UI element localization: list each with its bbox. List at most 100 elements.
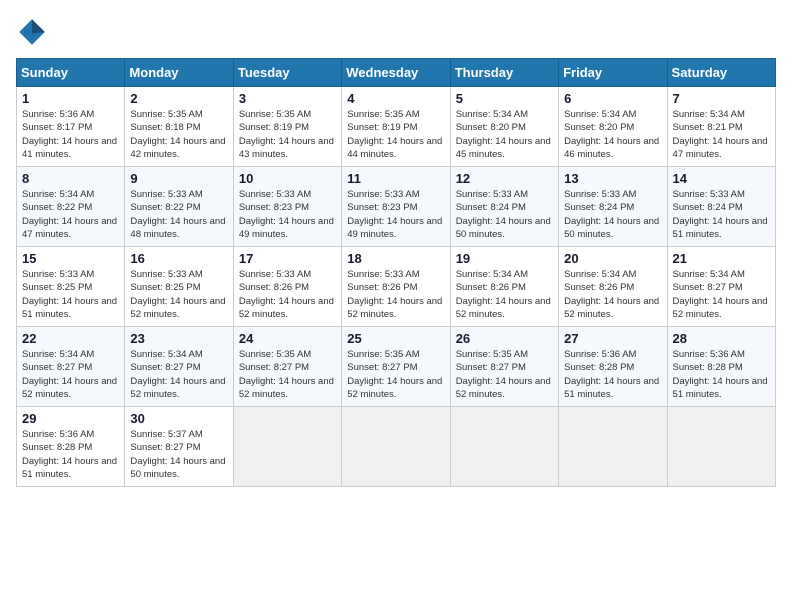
day-number: 11 xyxy=(347,171,444,186)
cell-text: Sunrise: 5:37 AMSunset: 8:27 PMDaylight:… xyxy=(130,429,225,480)
weekday-header: Tuesday xyxy=(233,59,341,87)
calendar-cell: 24Sunrise: 5:35 AMSunset: 8:27 PMDayligh… xyxy=(233,327,341,407)
calendar-cell: 26 Sunrise: 5:35 AMSunset: 8:27 PMDayligh… xyxy=(450,327,558,407)
cell-text: Sunrise: 5:34 AMSunset: 8:22 PMDaylight:… xyxy=(22,189,117,240)
calendar-cell: 7 Sunrise: 5:34 AMSunset: 8:21 PMDaylight… xyxy=(667,87,775,167)
calendar-cell: 27 Sunrise: 5:36 AMSunset: 8:28 PMDayligh… xyxy=(559,327,667,407)
day-number: 2 xyxy=(130,91,227,106)
day-number: 3 xyxy=(239,91,336,106)
day-number: 9 xyxy=(130,171,227,186)
day-number: 14 xyxy=(673,171,770,186)
day-number: 21 xyxy=(673,251,770,266)
calendar-cell xyxy=(667,407,775,487)
day-number: 18 xyxy=(347,251,444,266)
cell-text: Sunrise: 5:33 AMSunset: 8:25 PMDaylight:… xyxy=(22,269,117,320)
day-number: 19 xyxy=(456,251,553,266)
day-number: 1 xyxy=(22,91,119,106)
day-number: 6 xyxy=(564,91,661,106)
cell-text: Sunrise: 5:35 AMSunset: 8:27 PMDaylight:… xyxy=(347,349,442,400)
cell-text: Sunrise: 5:33 AMSunset: 8:22 PMDaylight:… xyxy=(130,189,225,240)
calendar-cell: 3 Sunrise: 5:35 AMSunset: 8:19 PMDaylight… xyxy=(233,87,341,167)
cell-text: Sunrise: 5:35 AMSunset: 8:18 PMDaylight:… xyxy=(130,109,225,160)
day-number: 13 xyxy=(564,171,661,186)
page-header xyxy=(16,16,776,48)
calendar-cell: 8 Sunrise: 5:34 AMSunset: 8:22 PMDaylight… xyxy=(17,167,125,247)
calendar-cell: 2 Sunrise: 5:35 AMSunset: 8:18 PMDaylight… xyxy=(125,87,233,167)
cell-text: Sunrise: 5:33 AMSunset: 8:23 PMDaylight:… xyxy=(239,189,334,240)
cell-text: Sunrise: 5:36 AMSunset: 8:28 PMDaylight:… xyxy=(673,349,768,400)
day-number: 12 xyxy=(456,171,553,186)
calendar-cell: 18 Sunrise: 5:33 AMSunset: 8:26 PMDayligh… xyxy=(342,247,450,327)
calendar-cell: 9 Sunrise: 5:33 AMSunset: 8:22 PMDaylight… xyxy=(125,167,233,247)
calendar-cell xyxy=(233,407,341,487)
calendar-cell: 10 Sunrise: 5:33 AMSunset: 8:23 PMDayligh… xyxy=(233,167,341,247)
calendar-cell: 25 Sunrise: 5:35 AMSunset: 8:27 PMDayligh… xyxy=(342,327,450,407)
cell-text: Sunrise: 5:33 AMSunset: 8:24 PMDaylight:… xyxy=(456,189,551,240)
cell-text: Sunrise: 5:34 AMSunset: 8:27 PMDaylight:… xyxy=(130,349,225,400)
cell-text: Sunrise: 5:33 AMSunset: 8:24 PMDaylight:… xyxy=(564,189,659,240)
calendar-cell: 14 Sunrise: 5:33 AMSunset: 8:24 PMDayligh… xyxy=(667,167,775,247)
cell-text: Sunrise: 5:33 AMSunset: 8:26 PMDaylight:… xyxy=(347,269,442,320)
day-number: 8 xyxy=(22,171,119,186)
calendar-cell: 29 Sunrise: 5:36 AMSunset: 8:28 PMDayligh… xyxy=(17,407,125,487)
cell-text: Sunrise: 5:34 AMSunset: 8:27 PMDaylight:… xyxy=(673,269,768,320)
calendar-cell xyxy=(342,407,450,487)
calendar-cell: 6 Sunrise: 5:34 AMSunset: 8:20 PMDaylight… xyxy=(559,87,667,167)
day-number: 22 xyxy=(22,331,119,346)
weekday-header: Thursday xyxy=(450,59,558,87)
calendar-cell: 17Sunrise: 5:33 AMSunset: 8:26 PMDayligh… xyxy=(233,247,341,327)
calendar-table: SundayMondayTuesdayWednesdayThursdayFrid… xyxy=(16,58,776,487)
calendar-week-row: 15 Sunrise: 5:33 AMSunset: 8:25 PMDayligh… xyxy=(17,247,776,327)
weekday-header-row: SundayMondayTuesdayWednesdayThursdayFrid… xyxy=(17,59,776,87)
day-number: 17 xyxy=(239,251,336,266)
cell-text: Sunrise: 5:34 AMSunset: 8:21 PMDaylight:… xyxy=(673,109,768,160)
calendar-cell: 22 Sunrise: 5:34 AMSunset: 8:27 PMDayligh… xyxy=(17,327,125,407)
calendar-week-row: 22 Sunrise: 5:34 AMSunset: 8:27 PMDayligh… xyxy=(17,327,776,407)
calendar-cell: 30 Sunrise: 5:37 AMSunset: 8:27 PMDayligh… xyxy=(125,407,233,487)
calendar-cell xyxy=(559,407,667,487)
day-number: 10 xyxy=(239,171,336,186)
day-number: 23 xyxy=(130,331,227,346)
cell-text: Sunrise: 5:33 AMSunset: 8:23 PMDaylight:… xyxy=(347,189,442,240)
cell-text: Sunrise: 5:35 AMSunset: 8:19 PMDaylight:… xyxy=(239,109,334,160)
day-number: 30 xyxy=(130,411,227,426)
calendar-cell: 12 Sunrise: 5:33 AMSunset: 8:24 PMDayligh… xyxy=(450,167,558,247)
cell-text: Sunrise: 5:34 AMSunset: 8:20 PMDaylight:… xyxy=(564,109,659,160)
calendar-cell: 4 Sunrise: 5:35 AMSunset: 8:19 PMDaylight… xyxy=(342,87,450,167)
weekday-header: Wednesday xyxy=(342,59,450,87)
day-number: 16 xyxy=(130,251,227,266)
day-number: 15 xyxy=(22,251,119,266)
cell-text: Sunrise: 5:34 AMSunset: 8:27 PMDaylight:… xyxy=(22,349,117,400)
cell-text: Sunrise: 5:34 AMSunset: 8:26 PMDaylight:… xyxy=(456,269,551,320)
day-number: 26 xyxy=(456,331,553,346)
weekday-header: Saturday xyxy=(667,59,775,87)
calendar-cell xyxy=(450,407,558,487)
cell-text: Sunrise: 5:34 AMSunset: 8:20 PMDaylight:… xyxy=(456,109,551,160)
day-number: 29 xyxy=(22,411,119,426)
cell-text: Sunrise: 5:33 AMSunset: 8:25 PMDaylight:… xyxy=(130,269,225,320)
day-number: 24 xyxy=(239,331,336,346)
calendar-cell: 19 Sunrise: 5:34 AMSunset: 8:26 PMDayligh… xyxy=(450,247,558,327)
day-number: 4 xyxy=(347,91,444,106)
calendar-cell: 11 Sunrise: 5:33 AMSunset: 8:23 PMDayligh… xyxy=(342,167,450,247)
calendar-cell: 1Sunrise: 5:36 AMSunset: 8:17 PMDaylight… xyxy=(17,87,125,167)
calendar-cell: 5Sunrise: 5:34 AMSunset: 8:20 PMDaylight… xyxy=(450,87,558,167)
cell-text: Sunrise: 5:36 AMSunset: 8:28 PMDaylight:… xyxy=(22,429,117,480)
day-number: 27 xyxy=(564,331,661,346)
cell-text: Sunrise: 5:33 AMSunset: 8:24 PMDaylight:… xyxy=(673,189,768,240)
day-number: 7 xyxy=(673,91,770,106)
cell-text: Sunrise: 5:36 AMSunset: 8:28 PMDaylight:… xyxy=(564,349,659,400)
calendar-cell: 21 Sunrise: 5:34 AMSunset: 8:27 PMDayligh… xyxy=(667,247,775,327)
calendar-cell: 15 Sunrise: 5:33 AMSunset: 8:25 PMDayligh… xyxy=(17,247,125,327)
calendar-cell: 20 Sunrise: 5:34 AMSunset: 8:26 PMDayligh… xyxy=(559,247,667,327)
day-number: 20 xyxy=(564,251,661,266)
cell-text: Sunrise: 5:35 AMSunset: 8:19 PMDaylight:… xyxy=(347,109,442,160)
day-number: 28 xyxy=(673,331,770,346)
day-number: 25 xyxy=(347,331,444,346)
cell-text: Sunrise: 5:35 AMSunset: 8:27 PMDaylight:… xyxy=(456,349,551,400)
calendar-week-row: 1Sunrise: 5:36 AMSunset: 8:17 PMDaylight… xyxy=(17,87,776,167)
cell-text: Sunrise: 5:34 AMSunset: 8:26 PMDaylight:… xyxy=(564,269,659,320)
calendar-cell: 23 Sunrise: 5:34 AMSunset: 8:27 PMDayligh… xyxy=(125,327,233,407)
logo xyxy=(16,16,52,48)
weekday-header: Sunday xyxy=(17,59,125,87)
